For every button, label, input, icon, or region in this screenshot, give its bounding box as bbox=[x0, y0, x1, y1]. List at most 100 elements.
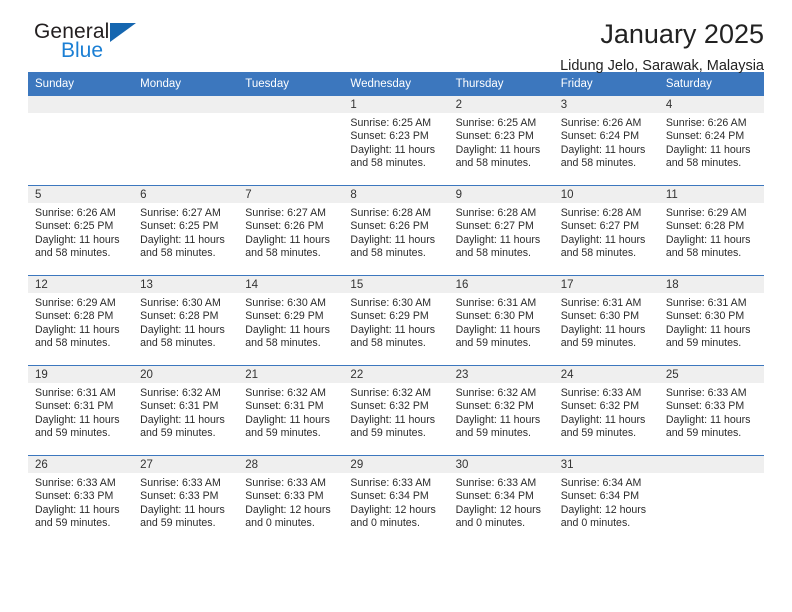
calendar-day-cell[interactable]: 6 Sunrise: 6:27 AM Sunset: 6:25 PM Daylight… bbox=[133, 186, 239, 275]
calendar-day-cell[interactable]: 12 Sunrise: 6:29 AM Sunset: 6:28 PM Dayligh… bbox=[28, 276, 134, 365]
day-number bbox=[28, 96, 134, 113]
day-number: 28 bbox=[238, 456, 344, 473]
sunset-text: Sunset: 6:30 PM bbox=[455, 310, 534, 323]
sunset-text: Sunset: 6:26 PM bbox=[245, 220, 324, 233]
calendar-day-cell[interactable]: 24 Sunrise: 6:33 AM Sunset: 6:32 PM Dayligh… bbox=[553, 366, 659, 455]
logo-text-blue: Blue bbox=[61, 39, 104, 62]
sunset-text: Sunset: 6:31 PM bbox=[35, 400, 114, 413]
calendar-day-cell[interactable]: 10 Sunrise: 6:28 AM Sunset: 6:27 PM Dayligh… bbox=[553, 186, 659, 275]
sunset-text: Sunset: 6:30 PM bbox=[665, 310, 745, 323]
generalblue-logo: General Blue bbox=[28, 20, 148, 68]
calendar-day-cell[interactable]: 31 Sunrise: 6:34 AM Sunset: 6:34 PM Dayligh… bbox=[553, 456, 659, 545]
sunrise-text: Sunrise: 6:30 AM bbox=[245, 297, 326, 309]
day-sun-info: Sunrise: 6:30 AM Sunset: 6:29 PM Daylight:… bbox=[238, 293, 343, 351]
calendar-day-cell[interactable]: 14 Sunrise: 6:30 AM Sunset: 6:29 PM Dayligh… bbox=[238, 276, 344, 365]
day-sun-info: Sunrise: 6:33 AM Sunset: 6:34 PM Daylight:… bbox=[449, 473, 554, 531]
day-number: 11 bbox=[658, 186, 764, 203]
day-sun-info: Sunrise: 6:25 AM Sunset: 6:23 PM Daylight:… bbox=[449, 113, 554, 171]
calendar-day-cell[interactable]: 9 Sunrise: 6:28 AM Sunset: 6:27 PM Daylight… bbox=[448, 186, 554, 275]
calendar-page: General Blue January 2025 Lidung Jelo, S… bbox=[0, 0, 792, 612]
sunrise-text: Sunrise: 6:27 AM bbox=[245, 207, 326, 219]
daylight-text: Daylight: 11 hours and 59 minutes. bbox=[665, 323, 751, 350]
sunset-text: Sunset: 6:24 PM bbox=[665, 130, 745, 143]
day-number: 10 bbox=[553, 186, 659, 203]
sunrise-text: Sunrise: 6:34 AM bbox=[560, 477, 642, 489]
daylight-text: Daylight: 11 hours and 58 minutes. bbox=[455, 233, 541, 260]
day-number: 22 bbox=[343, 366, 449, 383]
sunset-text: Sunset: 6:26 PM bbox=[350, 220, 429, 233]
day-sun-info: Sunrise: 6:28 AM Sunset: 6:27 PM Daylight:… bbox=[449, 203, 554, 261]
calendar-day-cell[interactable]: 15 Sunrise: 6:30 AM Sunset: 6:29 PM Dayligh… bbox=[343, 276, 449, 365]
sunrise-text: Sunrise: 6:33 AM bbox=[245, 477, 326, 489]
calendar-day-cell[interactable]: 25 Sunrise: 6:33 AM Sunset: 6:33 PM Dayligh… bbox=[658, 366, 764, 455]
calendar-day-cell[interactable]: 28 Sunrise: 6:33 AM Sunset: 6:33 PM Dayligh… bbox=[238, 456, 344, 545]
calendar-table: Sunday Monday Tuesday Wednesday Thursday Frid… bbox=[28, 72, 764, 545]
daylight-text: Daylight: 11 hours and 58 minutes. bbox=[665, 233, 751, 260]
calendar-day-cell[interactable]: 27 Sunrise: 6:33 AM Sunset: 6:33 PM Dayligh… bbox=[133, 456, 239, 545]
day-number: 15 bbox=[343, 276, 449, 293]
sunset-text: Sunset: 6:34 PM bbox=[350, 490, 429, 503]
calendar-day-cell[interactable]: 3 Sunrise: 6:26 AM Sunset: 6:24 PM Daylight… bbox=[553, 96, 659, 185]
calendar-day-cell[interactable]: 5 Sunrise: 6:26 AM Sunset: 6:25 PM Daylight… bbox=[28, 186, 134, 275]
sunrise-text: Sunrise: 6:28 AM bbox=[350, 207, 432, 219]
day-sun-info: Sunrise: 6:27 AM Sunset: 6:25 PM Daylight:… bbox=[133, 203, 238, 261]
calendar-day-cell[interactable]: 22 Sunrise: 6:32 AM Sunset: 6:32 PM Dayligh… bbox=[343, 366, 449, 455]
day-sun-info: Sunrise: 6:33 AM Sunset: 6:33 PM Daylight:… bbox=[659, 383, 764, 441]
calendar-day-cell[interactable]: 11 Sunrise: 6:29 AM Sunset: 6:28 PM Dayligh… bbox=[658, 186, 764, 275]
weekday-header-monday: Monday bbox=[133, 72, 239, 96]
daylight-text: Daylight: 11 hours and 58 minutes. bbox=[560, 233, 646, 260]
calendar-day-cell[interactable]: 16 Sunrise: 6:31 AM Sunset: 6:30 PM Dayligh… bbox=[448, 276, 554, 365]
daylight-text: Daylight: 11 hours and 58 minutes. bbox=[35, 233, 120, 260]
calendar-day-cell[interactable]: 26 Sunrise: 6:33 AM Sunset: 6:33 PM Dayligh… bbox=[28, 456, 134, 545]
daylight-text: Daylight: 11 hours and 58 minutes. bbox=[560, 143, 646, 170]
day-number bbox=[238, 96, 344, 113]
sunset-text: Sunset: 6:31 PM bbox=[245, 400, 324, 413]
day-number: 3 bbox=[553, 96, 659, 113]
sunrise-text: Sunrise: 6:33 AM bbox=[560, 387, 642, 399]
sunrise-text: Sunrise: 6:32 AM bbox=[350, 387, 432, 399]
calendar-day-cell[interactable]: 18 Sunrise: 6:31 AM Sunset: 6:30 PM Dayligh… bbox=[658, 276, 764, 365]
calendar-day-cell[interactable]: 1 Sunrise: 6:25 AM Sunset: 6:23 PM Daylight… bbox=[343, 96, 449, 185]
sunset-text: Sunset: 6:34 PM bbox=[560, 490, 640, 503]
sunrise-text: Sunrise: 6:32 AM bbox=[455, 387, 537, 399]
calendar-day-cell[interactable]: 17 Sunrise: 6:31 AM Sunset: 6:30 PM Dayligh… bbox=[553, 276, 659, 365]
sunset-text: Sunset: 6:25 PM bbox=[140, 220, 219, 233]
day-number: 31 bbox=[553, 456, 659, 473]
daylight-text: Daylight: 11 hours and 59 minutes. bbox=[35, 503, 120, 530]
day-sun-info: Sunrise: 6:33 AM Sunset: 6:33 PM Daylight:… bbox=[133, 473, 238, 531]
day-sun-info: Sunrise: 6:32 AM Sunset: 6:31 PM Daylight:… bbox=[133, 383, 238, 441]
calendar-day-cell[interactable]: 4 Sunrise: 6:26 AM Sunset: 6:24 PM Daylight… bbox=[658, 96, 764, 185]
sunrise-text: Sunrise: 6:29 AM bbox=[35, 297, 116, 309]
page-header: General Blue January 2025 Lidung Jelo, S… bbox=[28, 0, 764, 75]
daylight-text: Daylight: 11 hours and 58 minutes. bbox=[455, 143, 541, 170]
daylight-text: Daylight: 11 hours and 58 minutes. bbox=[350, 143, 436, 170]
sunrise-text: Sunrise: 6:32 AM bbox=[245, 387, 326, 399]
sunrise-text: Sunrise: 6:33 AM bbox=[140, 477, 221, 489]
day-sun-info: Sunrise: 6:33 AM Sunset: 6:33 PM Daylight:… bbox=[238, 473, 343, 531]
daylight-text: Daylight: 11 hours and 58 minutes. bbox=[350, 323, 436, 350]
day-sun-info: Sunrise: 6:32 AM Sunset: 6:31 PM Daylight:… bbox=[238, 383, 343, 441]
day-number: 6 bbox=[133, 186, 239, 203]
calendar-day-cell[interactable]: 21 Sunrise: 6:32 AM Sunset: 6:31 PM Dayligh… bbox=[238, 366, 344, 455]
day-sun-info: Sunrise: 6:26 AM Sunset: 6:24 PM Daylight:… bbox=[659, 113, 764, 171]
calendar-day-cell[interactable]: 23 Sunrise: 6:32 AM Sunset: 6:32 PM Dayligh… bbox=[448, 366, 554, 455]
day-sun-info: Sunrise: 6:33 AM Sunset: 6:32 PM Daylight:… bbox=[554, 383, 659, 441]
calendar-day-cell[interactable]: 2 Sunrise: 6:25 AM Sunset: 6:23 PM Daylight… bbox=[448, 96, 554, 185]
calendar-day-cell[interactable]: 7 Sunrise: 6:27 AM Sunset: 6:26 PM Daylight… bbox=[238, 186, 344, 275]
calendar-day-cell[interactable]: 20 Sunrise: 6:32 AM Sunset: 6:31 PM Dayligh… bbox=[133, 366, 239, 455]
sunset-text: Sunset: 6:32 PM bbox=[350, 400, 429, 413]
page-subtitle: Lidung Jelo, Sarawak, Malaysia bbox=[560, 58, 764, 75]
calendar-day-cell[interactable]: 30 Sunrise: 6:33 AM Sunset: 6:34 PM Dayligh… bbox=[448, 456, 554, 545]
calendar-week-row: 26 Sunrise: 6:33 AM Sunset: 6:33 PM Dayligh… bbox=[28, 455, 764, 545]
calendar-day-cell[interactable]: 19 Sunrise: 6:31 AM Sunset: 6:31 PM Dayligh… bbox=[28, 366, 134, 455]
calendar-day-cell[interactable]: 13 Sunrise: 6:30 AM Sunset: 6:28 PM Dayligh… bbox=[133, 276, 239, 365]
day-sun-info: Sunrise: 6:30 AM Sunset: 6:28 PM Daylight:… bbox=[133, 293, 238, 351]
day-number: 23 bbox=[448, 366, 554, 383]
daylight-text: Daylight: 11 hours and 59 minutes. bbox=[560, 323, 646, 350]
sunset-text: Sunset: 6:30 PM bbox=[560, 310, 640, 323]
calendar-day-cell[interactable]: 8 Sunrise: 6:28 AM Sunset: 6:26 PM Daylight… bbox=[343, 186, 449, 275]
calendar-day-cell[interactable]: 29 Sunrise: 6:33 AM Sunset: 6:34 PM Dayligh… bbox=[343, 456, 449, 545]
sunset-text: Sunset: 6:25 PM bbox=[35, 220, 114, 233]
sunrise-text: Sunrise: 6:29 AM bbox=[665, 207, 747, 219]
sunrise-text: Sunrise: 6:27 AM bbox=[140, 207, 221, 219]
